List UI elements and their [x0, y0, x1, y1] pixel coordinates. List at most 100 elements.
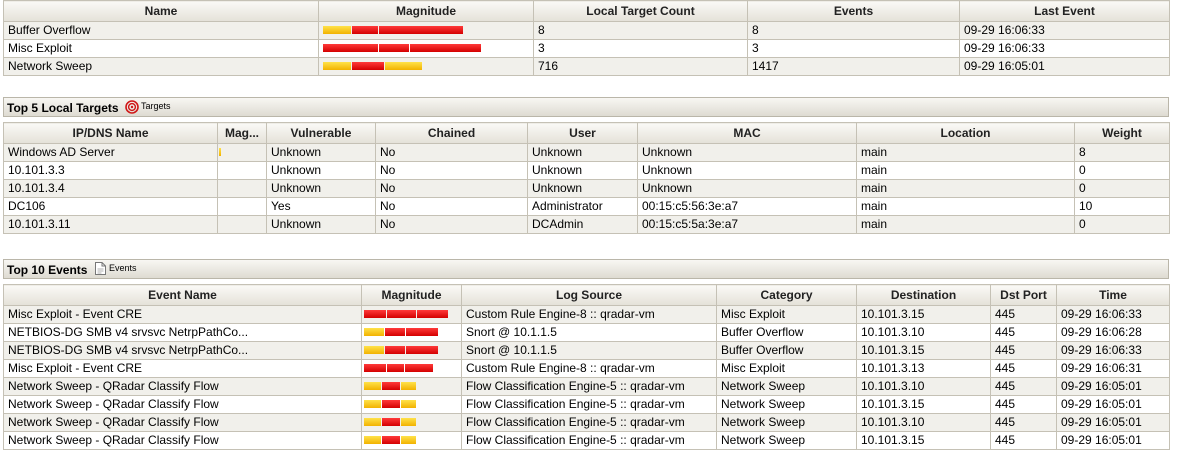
log-source: Flow Classification Engine-5 :: qradar-v…	[461, 413, 717, 432]
categories-header-row: Name Magnitude Local Target Count Events…	[3, 0, 1170, 22]
vulnerable: Yes	[266, 197, 376, 216]
time: 09-29 16:05:01	[1056, 413, 1170, 432]
col-local-target-count[interactable]: Local Target Count	[533, 0, 748, 22]
table-row[interactable]: Misc Exploit - Event CRE Custom Rule Eng…	[3, 359, 1170, 378]
category-name[interactable]: Misc Exploit	[3, 39, 319, 58]
magnitude-cell	[361, 431, 462, 450]
chained: No	[375, 161, 528, 180]
targets-header-row: IP/DNS Name Mag... Vulnerable Chained Us…	[3, 122, 1170, 144]
log-source: Flow Classification Engine-5 :: qradar-v…	[461, 395, 717, 414]
dst-port: 445	[990, 431, 1057, 450]
col-category[interactable]: Category	[716, 284, 857, 306]
table-row[interactable]: Misc Exploit 3 3 09-29 16:06:33	[3, 39, 1170, 58]
magnitude-cell	[361, 359, 462, 378]
magnitude-bar	[323, 59, 423, 75]
magnitude-segment-red	[406, 346, 438, 355]
mac: Unknown	[637, 143, 857, 162]
targets-section-header: Top 5 Local Targets Targets	[3, 97, 1169, 117]
col-events[interactable]: Events	[747, 0, 960, 22]
table-row[interactable]: Misc Exploit - Event CRE Custom Rule Eng…	[3, 305, 1170, 324]
target-name[interactable]: 10.101.3.11	[3, 215, 218, 234]
col-magnitude[interactable]: Magnitude	[318, 0, 534, 22]
table-row[interactable]: 10.101.3.4 Unknown No Unknown Unknown ma…	[3, 179, 1170, 198]
table-row[interactable]: NETBIOS-DG SMB v4 srvsvc NetrpPathCo... …	[3, 323, 1170, 342]
magnitude-segment-red	[382, 382, 400, 391]
col-chained[interactable]: Chained	[375, 122, 528, 144]
category-name[interactable]: Network Sweep	[3, 57, 319, 76]
magnitude-cell	[318, 21, 534, 40]
last-event: 09-29 16:06:33	[959, 39, 1170, 58]
destination: 10.101.3.15	[856, 431, 991, 450]
col-vulnerable[interactable]: Vulnerable	[266, 122, 376, 144]
events-link[interactable]: Events	[109, 263, 137, 273]
events-section-header: Top 10 Events Events	[3, 259, 1169, 279]
location: main	[856, 197, 1075, 216]
event-name[interactable]: Network Sweep - QRadar Classify Flow	[3, 377, 362, 396]
target-name[interactable]: 10.101.3.3	[3, 161, 218, 180]
col-time[interactable]: Time	[1056, 284, 1170, 306]
time: 09-29 16:06:31	[1056, 359, 1170, 378]
category: Buffer Overflow	[716, 323, 857, 342]
category-name[interactable]: Buffer Overflow	[3, 21, 319, 40]
location: main	[856, 179, 1075, 198]
magnitude-bar	[323, 23, 464, 39]
vulnerable: Unknown	[266, 161, 376, 180]
destination: 10.101.3.15	[856, 341, 991, 360]
table-row[interactable]: Network Sweep - QRadar Classify Flow Flo…	[3, 413, 1170, 432]
col-mac[interactable]: MAC	[637, 122, 857, 144]
document-icon[interactable]	[95, 262, 106, 275]
col-weight[interactable]: Weight	[1074, 122, 1170, 144]
magnitude-segment-red	[364, 364, 386, 373]
table-row[interactable]: DC106 Yes No Administrator 00:15:c5:56:3…	[3, 197, 1170, 216]
col-location[interactable]: Location	[856, 122, 1075, 144]
table-row[interactable]: Network Sweep 716 1417 09-29 16:05:01	[3, 57, 1170, 76]
event-name[interactable]: NETBIOS-DG SMB v4 srvsvc NetrpPathCo...	[3, 323, 362, 342]
table-row[interactable]: Windows AD Server Unknown No Unknown Unk…	[3, 143, 1170, 162]
col-log-source[interactable]: Log Source	[461, 284, 717, 306]
mac: Unknown	[637, 161, 857, 180]
target-name[interactable]: DC106	[3, 197, 218, 216]
location: main	[856, 143, 1075, 162]
magnitude-cell	[361, 395, 462, 414]
user: Unknown	[527, 179, 638, 198]
table-row[interactable]: Buffer Overflow 8 8 09-29 16:06:33	[3, 21, 1170, 40]
targets-link[interactable]: Targets	[141, 101, 171, 111]
target-icon[interactable]	[125, 100, 139, 114]
event-name[interactable]: Network Sweep - QRadar Classify Flow	[3, 395, 362, 414]
col-name[interactable]: Name	[3, 0, 319, 22]
vulnerable: Unknown	[266, 143, 376, 162]
col-magnitude[interactable]: Mag...	[217, 122, 267, 144]
table-row[interactable]: 10.101.3.11 Unknown No DCAdmin 00:15:c5:…	[3, 215, 1170, 234]
event-count: 8	[747, 21, 960, 40]
log-source: Flow Classification Engine-5 :: qradar-v…	[461, 377, 717, 396]
magnitude-bar	[364, 307, 449, 323]
target-name[interactable]: 10.101.3.4	[3, 179, 218, 198]
col-magnitude[interactable]: Magnitude	[361, 284, 462, 306]
dst-port: 445	[990, 359, 1057, 378]
table-row[interactable]: NETBIOS-DG SMB v4 srvsvc NetrpPathCo... …	[3, 341, 1170, 360]
target-name[interactable]: Windows AD Server	[3, 143, 218, 162]
col-event-name[interactable]: Event Name	[3, 284, 362, 306]
table-row[interactable]: Network Sweep - QRadar Classify Flow Flo…	[3, 395, 1170, 414]
col-destination[interactable]: Destination	[856, 284, 991, 306]
col-last-event[interactable]: Last Event	[959, 0, 1170, 22]
magnitude-segment-yellow	[364, 436, 381, 445]
event-name[interactable]: Network Sweep - QRadar Classify Flow	[3, 431, 362, 450]
time: 09-29 16:05:01	[1056, 377, 1170, 396]
event-name[interactable]: Misc Exploit - Event CRE	[3, 305, 362, 324]
event-name[interactable]: NETBIOS-DG SMB v4 srvsvc NetrpPathCo...	[3, 341, 362, 360]
magnitude-segment-yellow	[219, 148, 221, 157]
magnitude-cell	[361, 323, 462, 342]
col-dst-port[interactable]: Dst Port	[990, 284, 1057, 306]
table-row[interactable]: Network Sweep - QRadar Classify Flow Flo…	[3, 431, 1170, 450]
section-title: Top 5 Local Targets	[7, 101, 119, 115]
magnitude-segment-yellow	[364, 418, 381, 427]
event-name[interactable]: Misc Exploit - Event CRE	[3, 359, 362, 378]
event-name[interactable]: Network Sweep - QRadar Classify Flow	[3, 413, 362, 432]
weight: 0	[1074, 215, 1170, 234]
targets-table: IP/DNS Name Mag... Vulnerable Chained Us…	[3, 122, 1170, 234]
col-user[interactable]: User	[527, 122, 638, 144]
table-row[interactable]: Network Sweep - QRadar Classify Flow Flo…	[3, 377, 1170, 396]
table-row[interactable]: 10.101.3.3 Unknown No Unknown Unknown ma…	[3, 161, 1170, 180]
col-ip-dns-name[interactable]: IP/DNS Name	[3, 122, 218, 144]
